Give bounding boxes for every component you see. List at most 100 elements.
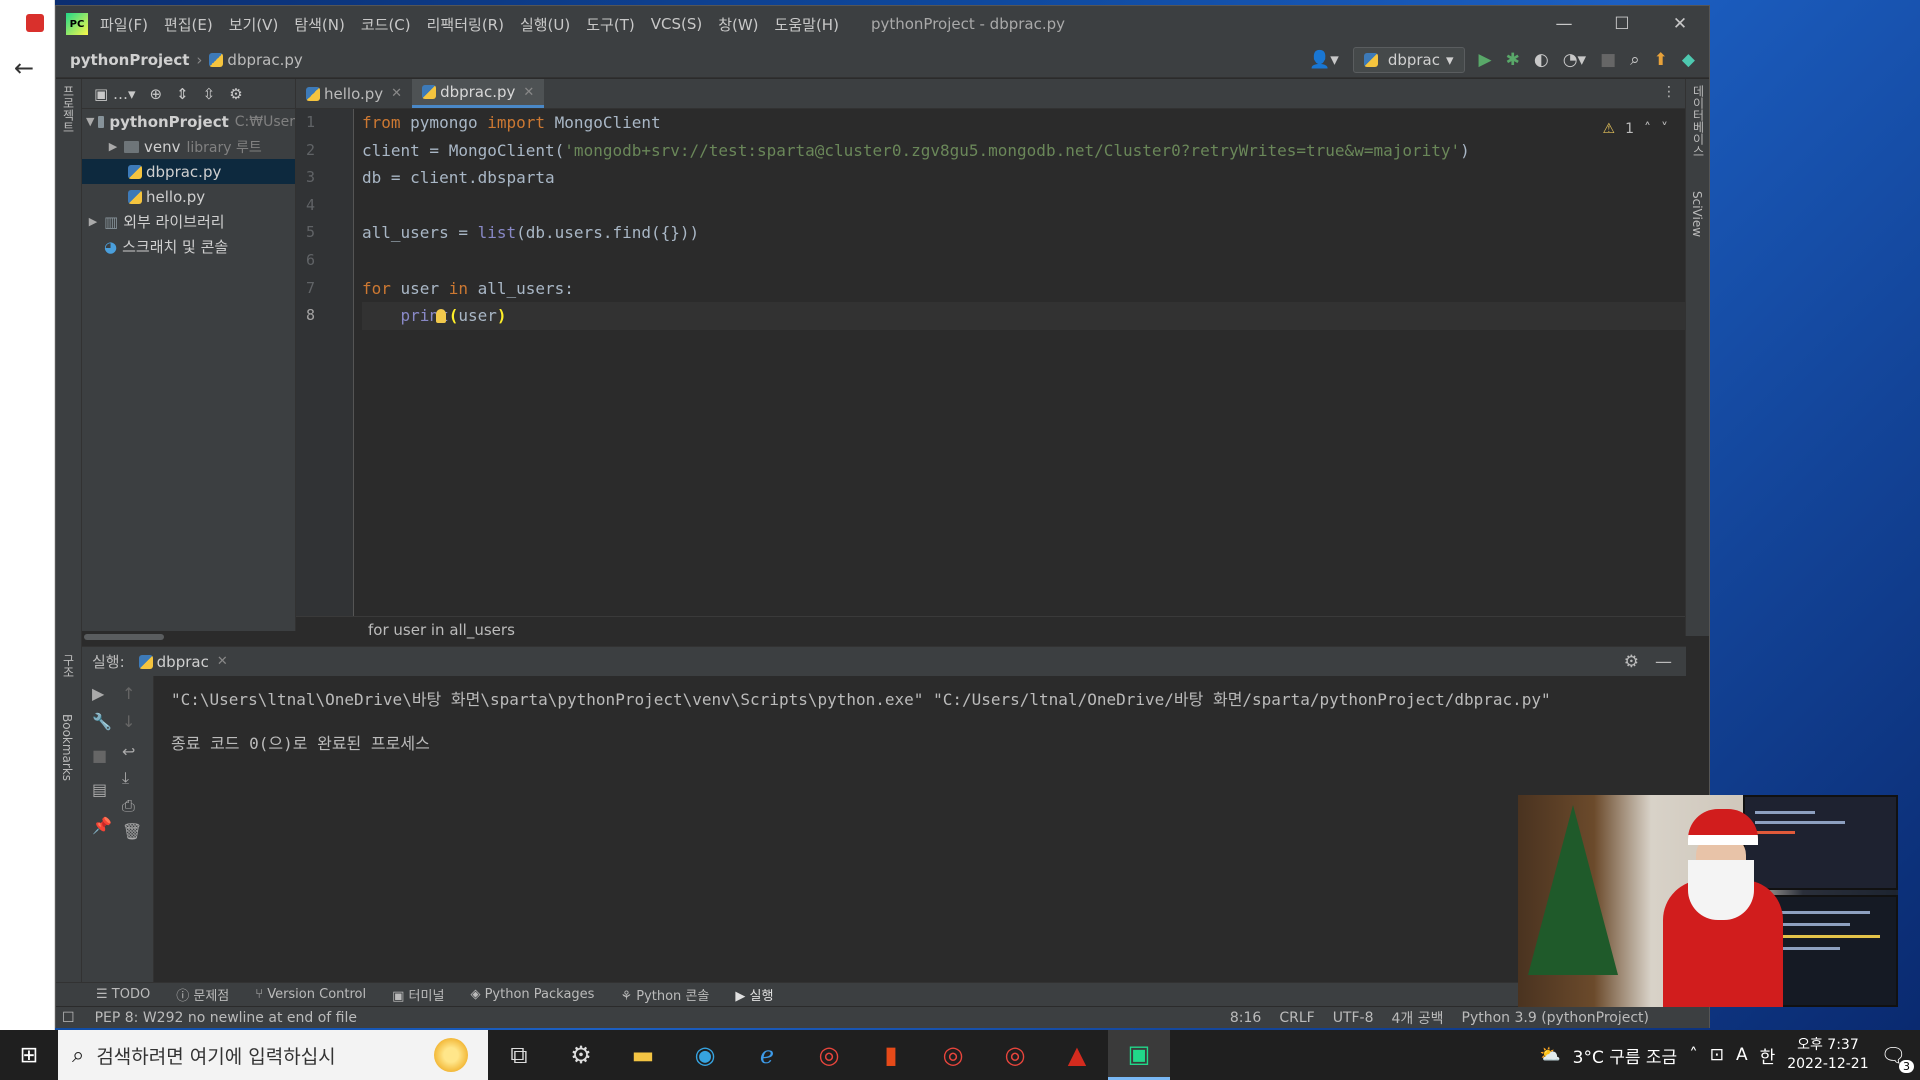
lightbulb-icon[interactable] [436, 309, 446, 323]
gear-icon[interactable]: ⚙ [1624, 652, 1639, 672]
windows-start-icon[interactable]: ⊞ [0, 1030, 58, 1080]
profile-icon[interactable]: ◔▾ [1563, 50, 1586, 70]
tab-dbprac[interactable]: dbprac.py ✕ [412, 79, 545, 108]
tree-item-dbprac[interactable]: dbprac.py [82, 159, 295, 184]
chrome-profile-2-icon[interactable]: ◎ [984, 1030, 1046, 1080]
breadcrumb-file[interactable]: dbprac.py [209, 51, 303, 69]
search-icon[interactable]: ⌕ [1630, 50, 1640, 70]
acrobat-icon[interactable]: ▲ [1046, 1030, 1108, 1080]
taskbar-search-box[interactable]: ⌕ 검색하려면 여기에 입력하십시 [58, 1030, 488, 1080]
layout-icon[interactable]: ▤ [92, 780, 107, 799]
file-encoding[interactable]: UTF-8 [1333, 1010, 1374, 1026]
back-arrow-icon[interactable]: ← [14, 54, 34, 82]
run-tab-dbprac[interactable]: dbprac ✕ [138, 653, 228, 671]
taskbar-clock[interactable]: 오후 7:37 2022-12-21 [1787, 1036, 1868, 1074]
close-icon[interactable]: ✕ [523, 85, 534, 100]
menu-view[interactable]: 보기(V) [229, 14, 279, 35]
more-options-icon[interactable]: ⋮ [1662, 84, 1676, 100]
expand-all-icon[interactable]: ⇕ [176, 85, 189, 103]
project-view-selector-icon[interactable]: ▣ …▾ [94, 85, 135, 103]
menu-window[interactable]: 창(W) [718, 14, 758, 35]
sciview-tool-button[interactable]: SciView [1690, 191, 1704, 237]
debug-icon[interactable]: ✱ [1506, 50, 1520, 70]
internet-explorer-icon[interactable]: ℯ [736, 1030, 798, 1080]
collapse-all-icon[interactable]: ⇳ [203, 85, 216, 103]
code-editor[interactable]: 1 2 3 4 5 6 7 8 from pymongo import Mong… [296, 109, 1686, 616]
weather-icon[interactable]: ⛅ [1539, 1045, 1560, 1065]
soft-wrap-icon[interactable]: ↩ [122, 742, 135, 761]
tree-item-hello[interactable]: hello.py [82, 184, 295, 209]
project-horizontal-scrollbar[interactable] [84, 634, 164, 640]
file-explorer-icon[interactable]: ▬ [612, 1030, 674, 1080]
jetbrains-logo-icon[interactable]: ◆ [1682, 50, 1695, 70]
trash-icon[interactable]: 🗑 [122, 822, 142, 841]
tool-terminal[interactable]: ▣ 터미널 [392, 985, 444, 1004]
hide-panel-icon[interactable]: — [1655, 652, 1672, 672]
inspection-widget[interactable]: ⚠ 1 ˄ ˅ [1603, 121, 1668, 137]
tool-todo[interactable]: ☰ TODO [96, 987, 150, 1002]
weather-text[interactable]: 3°C 구름 조금 [1573, 1043, 1678, 1068]
tool-version-control[interactable]: ⑂ Version Control [255, 987, 366, 1002]
run-configuration-dropdown[interactable]: dbprac ▾ [1352, 47, 1465, 73]
chrome-profile-icon[interactable]: ◎ [922, 1030, 984, 1080]
tool-python-console[interactable]: ⚘ Python 콘솔 [620, 985, 709, 1004]
user-account-icon[interactable]: 👤▾ [1309, 50, 1339, 70]
menu-vcs[interactable]: VCS(S) [651, 15, 702, 33]
line-separator[interactable]: CRLF [1279, 1010, 1314, 1026]
code-area[interactable]: from pymongo import MongoClient client =… [362, 109, 1686, 330]
scroll-to-end-icon[interactable]: ⤓ [122, 768, 129, 788]
chevron-down-icon[interactable]: ˅ [1661, 121, 1668, 137]
tool-problems[interactable]: ⓘ 문제점 [176, 985, 229, 1004]
edge-browser-icon[interactable]: ◉ [674, 1030, 736, 1080]
network-icon[interactable]: ⊡ [1710, 1045, 1724, 1065]
print-icon[interactable]: ⎙ [122, 796, 135, 816]
menu-run[interactable]: 실행(U) [520, 14, 570, 35]
menu-refactor[interactable]: 리팩터링(R) [427, 14, 504, 35]
minimize-button[interactable]: — [1535, 6, 1593, 42]
chrome-icon[interactable]: ◎ [798, 1030, 860, 1080]
wrench-icon[interactable]: 🔧 [92, 712, 112, 731]
menu-edit[interactable]: 편집(E) [164, 14, 213, 35]
breadcrumb-project[interactable]: pythonProject [70, 51, 189, 69]
interpreter[interactable]: Python 3.9 (pythonProject) [1462, 1010, 1650, 1026]
notification-icon[interactable]: 🗨 3 [1881, 1043, 1914, 1073]
locate-file-icon[interactable]: ⊕ [149, 85, 162, 103]
tree-item-external-libraries[interactable]: ▶ ▥ 외부 라이브러리 [82, 209, 295, 234]
menu-tools[interactable]: 도구(T) [586, 14, 634, 35]
editor-breadcrumb[interactable]: for user in all_users [296, 616, 1686, 643]
run-icon[interactable]: ▶ [1479, 50, 1492, 70]
ime-mode-a[interactable]: A [1736, 1045, 1748, 1065]
tool-python-packages[interactable]: ◈ Python Packages [470, 987, 594, 1002]
menu-navigate[interactable]: 탐색(N) [294, 14, 345, 35]
chevron-up-icon[interactable]: ˄ [1689, 1045, 1698, 1065]
task-view-icon[interactable]: ⧉ [488, 1030, 550, 1080]
menu-file[interactable]: 파일(F) [100, 14, 148, 35]
rerun-icon[interactable]: ▶ [92, 684, 104, 703]
tab-hello[interactable]: hello.py ✕ [296, 79, 412, 108]
maximize-button[interactable]: ☐ [1593, 6, 1651, 42]
scroll-down-icon[interactable]: ↓ [122, 712, 135, 731]
project-tool-button[interactable]: 프로젝트 [60, 85, 77, 133]
run-console-output[interactable]: "C:\Users\ltnal\OneDrive\바탕 화면\sparta\py… [154, 676, 1686, 982]
bookmarks-tool-button[interactable]: Bookmarks [60, 714, 74, 781]
tool-run[interactable]: ▶ 실행 [735, 985, 773, 1004]
tree-item-scratches[interactable]: ◕ 스크래치 및 콘솔 [82, 234, 295, 259]
settings-icon[interactable]: ⚙ [550, 1030, 612, 1080]
update-icon[interactable]: ⬆ [1654, 50, 1668, 70]
office-icon[interactable]: ▮ [860, 1030, 922, 1080]
gear-icon[interactable]: ⚙ [229, 85, 242, 103]
indent-setting[interactable]: 4개 공백 [1392, 1008, 1444, 1028]
structure-tool-button[interactable]: 구조 [60, 654, 77, 678]
pin-icon[interactable]: 📌 [92, 816, 112, 835]
caret-position[interactable]: 8:16 [1230, 1010, 1261, 1026]
close-icon[interactable]: ✕ [217, 654, 228, 669]
stop-icon[interactable]: ■ [92, 746, 107, 765]
tree-item-venv[interactable]: ▶ venv library 루트 [82, 134, 295, 159]
status-message[interactable]: PEP 8: W292 no newline at end of file [95, 1010, 357, 1026]
status-toggle-icon[interactable]: ☐ [62, 1010, 75, 1026]
scroll-up-icon[interactable]: ↑ [122, 684, 135, 703]
close-button[interactable]: ✕ [1651, 6, 1709, 42]
coverage-icon[interactable]: ◐ [1534, 50, 1549, 70]
pycharm-taskbar-icon[interactable]: ▣ [1108, 1030, 1170, 1080]
menu-help[interactable]: 도움말(H) [775, 14, 839, 35]
